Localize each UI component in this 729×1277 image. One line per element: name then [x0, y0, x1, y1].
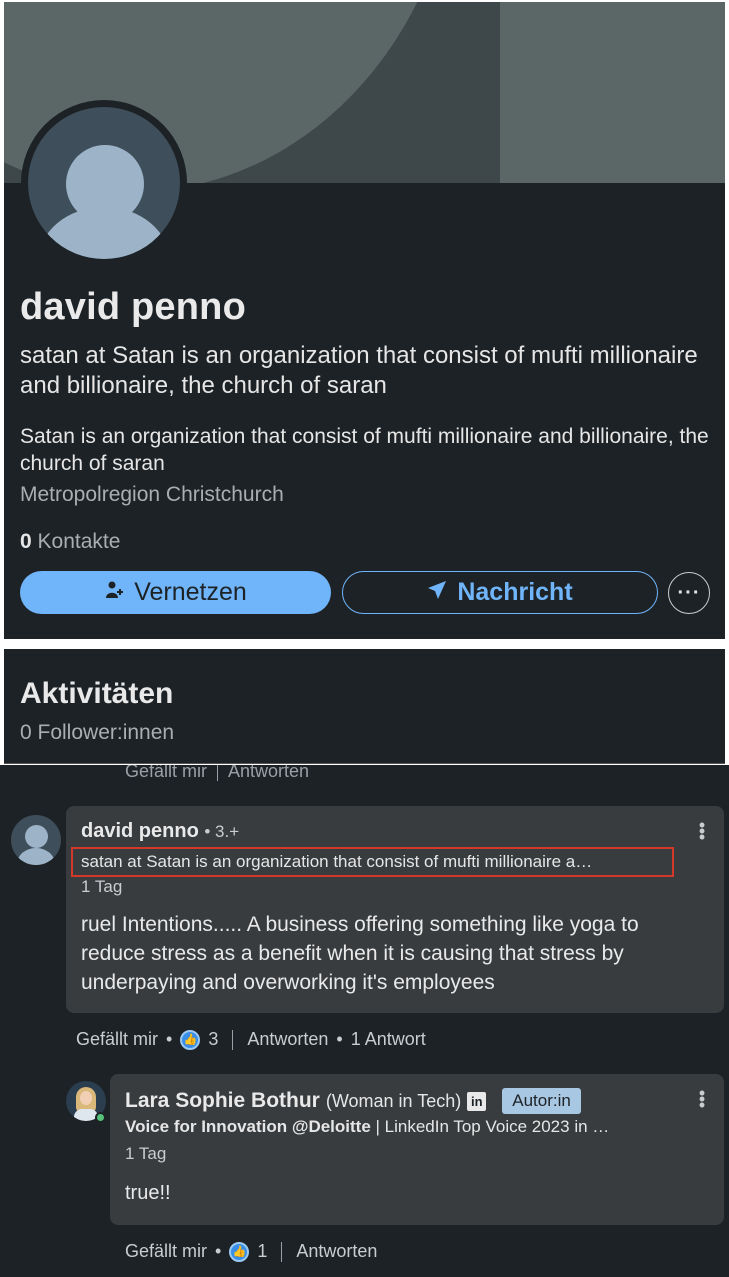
comment-author[interactable]: david penno • 3.+ — [81, 820, 239, 843]
commenter-avatar[interactable] — [11, 815, 61, 865]
contacts-label: Kontakte — [37, 530, 121, 553]
reply-author-aside: (Woman in Tech) — [325, 1090, 462, 1111]
more-horizontal-icon: ··· — [677, 581, 701, 604]
contacts-count[interactable]: 0 Kontakte — [20, 530, 120, 554]
reply-headline-rest: | LinkedIn Top Voice 2023 in … — [370, 1117, 610, 1136]
avatar-head-shape — [25, 825, 48, 848]
reply-timestamp: 1 Tag — [125, 1144, 167, 1163]
linkedin-icon: in — [467, 1091, 487, 1111]
profile-about: Satan is an organization that consist of… — [20, 425, 709, 475]
message-button[interactable]: Nachricht — [342, 571, 658, 614]
previous-reply-button[interactable]: Antworten — [228, 765, 309, 781]
comment-timestamp: 1 Tag — [81, 877, 123, 896]
profile-card: david penno satan at Satan is an organiz… — [4, 2, 725, 639]
previous-comment-actions: Gefällt mir Antworten — [125, 765, 309, 782]
avatar-face-shape — [80, 1091, 92, 1105]
divider — [281, 1241, 283, 1262]
reply-reply-button[interactable]: Antworten — [296, 1241, 377, 1262]
like-reaction-icon[interactable]: 👍 — [229, 1241, 250, 1262]
reply-like-button[interactable]: Gefällt mir — [125, 1241, 207, 1262]
comment-actions: Gefällt mir • 👍 3 Antworten • 1 Antwort — [76, 1029, 426, 1050]
avatar-shoulders-shape — [38, 207, 170, 259]
followers-count[interactable]: 0 Follower:innen — [20, 721, 174, 745]
profile-name: david penno — [20, 286, 246, 328]
connection-degree: • 3.+ — [204, 822, 240, 841]
more-vertical-icon[interactable]: • • • — [698, 1084, 706, 1114]
activity-title: Aktivitäten — [20, 677, 174, 710]
online-status-icon — [95, 1112, 106, 1123]
separator-dot: • — [166, 1029, 173, 1049]
divider — [217, 765, 219, 782]
reply-author-name: Lara Sophie Bothur — [125, 1089, 320, 1112]
profile-headline: satan at Satan is an organization that c… — [20, 342, 698, 399]
reply-button[interactable]: Antworten — [247, 1029, 328, 1050]
previous-like-button[interactable]: Gefällt mir — [125, 765, 207, 781]
more-options-button[interactable]: ··· — [668, 572, 710, 614]
reply-bubble: Lara Sophie Bothur (Woman in Tech) in Au… — [110, 1074, 724, 1225]
like-button[interactable]: Gefällt mir — [76, 1029, 158, 1050]
comment-bubble: david penno • 3.+ • • • satan at Satan is … — [66, 806, 724, 1013]
like-count[interactable]: 3 — [208, 1029, 218, 1050]
reply-text: true!! — [125, 1182, 171, 1204]
connect-label: Vernetzen — [134, 578, 247, 606]
profile-location: Metropolregion Christchurch — [20, 483, 284, 506]
cover-block-shape — [500, 2, 725, 183]
separator-dot: • — [215, 1241, 222, 1261]
more-vertical-icon[interactable]: • • • — [698, 816, 706, 846]
profile-avatar[interactable] — [21, 100, 187, 266]
reply-author[interactable]: Lara Sophie Bothur (Woman in Tech) in Au… — [125, 1088, 581, 1114]
send-icon — [427, 578, 447, 607]
divider — [232, 1029, 234, 1050]
comment-author-name: david penno — [81, 820, 199, 842]
reply-author-headline: Voice for Innovation @Deloitte | LinkedI… — [125, 1117, 665, 1137]
connect-button[interactable]: Vernetzen — [20, 571, 331, 614]
comment-author-headline: satan at Satan is an organization that c… — [71, 847, 674, 877]
reply-headline-bold: Voice for Innovation @Deloitte — [125, 1117, 371, 1136]
add-person-icon — [104, 578, 124, 607]
replies-count[interactable]: 1 Antwort — [351, 1029, 426, 1050]
like-reaction-icon[interactable]: 👍 — [180, 1029, 201, 1050]
separator-dot: • — [336, 1029, 343, 1049]
author-badge: Autor:in — [502, 1088, 581, 1114]
comment-text: ruel Intentions..... A business offering… — [81, 913, 639, 994]
comments-section: Gefällt mir Antworten david penno • 3.+ •… — [0, 765, 729, 1277]
message-label: Nachricht — [457, 578, 573, 606]
contacts-number: 0 — [20, 530, 32, 553]
avatar-placeholder — [28, 107, 180, 259]
reply-actions: Gefällt mir • 👍 1 Antworten — [125, 1241, 377, 1262]
avatar-shoulders-shape — [17, 848, 55, 865]
activity-card: Aktivitäten 0 Follower:innen — [4, 649, 725, 764]
reply-like-count[interactable]: 1 — [257, 1241, 267, 1262]
